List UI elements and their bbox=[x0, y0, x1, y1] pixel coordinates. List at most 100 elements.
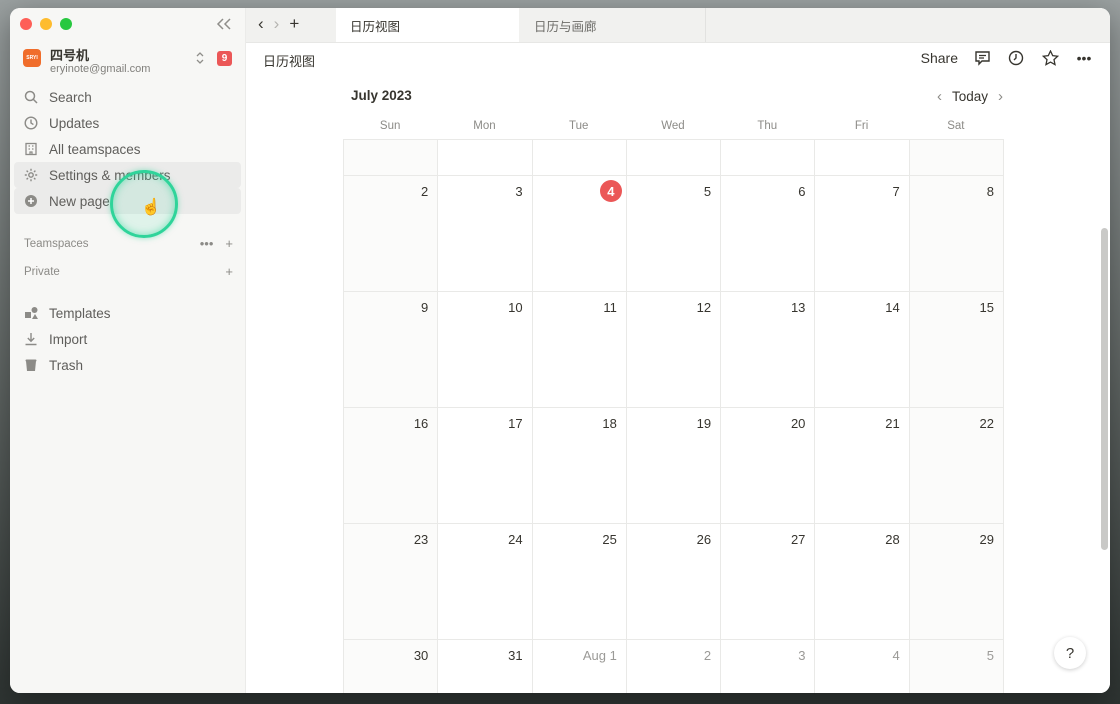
calendar-day-cell[interactable]: 22 bbox=[909, 408, 1004, 524]
sidebar-item-import[interactable]: Import bbox=[14, 326, 241, 352]
today-button[interactable]: Today bbox=[952, 89, 988, 104]
calendar-day-cell[interactable]: 24 bbox=[438, 524, 533, 640]
calendar-day-cell[interactable] bbox=[815, 140, 910, 176]
calendar-day-cell[interactable]: 3 bbox=[438, 176, 533, 292]
day-number: Aug 1 bbox=[582, 648, 617, 663]
tab-calendar-gallery[interactable]: 日历与画廊 bbox=[520, 8, 706, 42]
calendar-day-cell[interactable]: 19 bbox=[626, 408, 722, 524]
calendar-day-cell[interactable] bbox=[721, 140, 816, 176]
window-controls bbox=[20, 18, 72, 30]
calendar-day-cell[interactable]: 26 bbox=[626, 524, 722, 640]
day-number: 26 bbox=[696, 532, 712, 547]
calendar-day-cell[interactable] bbox=[532, 140, 627, 176]
calendar-day-cell[interactable]: 28 bbox=[815, 524, 910, 640]
day-number: 2 bbox=[703, 648, 712, 663]
sidebar-item-label: Trash bbox=[49, 357, 84, 373]
calendar-day-cell[interactable]: Aug 1 bbox=[533, 640, 627, 693]
sidebar-item-settings[interactable]: Settings & members bbox=[14, 162, 241, 188]
history-clock-icon[interactable] bbox=[1006, 48, 1026, 68]
workspace-email: eryinote@gmail.com bbox=[50, 63, 151, 75]
day-number: 22 bbox=[979, 416, 994, 431]
calendar-day-cell[interactable]: 5 bbox=[909, 640, 1004, 693]
sidebar-item-all-teamspaces[interactable]: All teamspaces bbox=[14, 136, 241, 162]
notification-badge[interactable]: 9 bbox=[217, 51, 232, 66]
calendar-day-cell[interactable]: 3 bbox=[721, 640, 816, 693]
collapse-sidebar-icon[interactable] bbox=[213, 14, 235, 34]
calendar-day-cell[interactable]: 20 bbox=[721, 408, 816, 524]
add-teamspace-icon[interactable]: + bbox=[225, 236, 233, 251]
add-private-page-icon[interactable]: + bbox=[225, 264, 233, 279]
weekday-label: Wed bbox=[661, 120, 685, 132]
scrollbar[interactable] bbox=[1101, 228, 1108, 550]
weekday-label: Thu bbox=[757, 120, 778, 132]
star-icon[interactable] bbox=[1040, 48, 1060, 68]
calendar-day-cell[interactable]: 11 bbox=[532, 292, 627, 408]
calendar-day-cell[interactable] bbox=[344, 140, 439, 176]
help-button[interactable]: ? bbox=[1054, 637, 1086, 669]
calendar-day-cell[interactable]: 14 bbox=[815, 292, 910, 408]
breadcrumb[interactable]: 日历视图 bbox=[263, 51, 315, 70]
calendar-day-cell[interactable]: 13 bbox=[721, 292, 816, 408]
sidebar-item-label: All teamspaces bbox=[49, 141, 141, 157]
calendar-day-cell[interactable]: 23 bbox=[344, 524, 439, 640]
gear-icon bbox=[22, 166, 40, 184]
calendar-day-cell[interactable]: 4 bbox=[532, 176, 627, 292]
minimize-window-button[interactable] bbox=[40, 18, 52, 30]
new-tab-icon[interactable]: + bbox=[289, 14, 299, 34]
calendar-day-cell[interactable]: 6 bbox=[721, 176, 816, 292]
sidebar-item-trash[interactable]: Trash bbox=[14, 352, 241, 378]
close-window-button[interactable] bbox=[20, 18, 32, 30]
day-number: 28 bbox=[885, 532, 900, 547]
next-month-icon[interactable]: › bbox=[998, 88, 1003, 105]
sidebar-item-label: New page bbox=[49, 193, 110, 209]
comment-icon[interactable] bbox=[972, 48, 992, 68]
sidebar-item-label: Search bbox=[49, 89, 92, 105]
private-section-label[interactable]: Private bbox=[24, 266, 60, 278]
calendar-day-cell[interactable]: 29 bbox=[909, 524, 1004, 640]
prev-month-icon[interactable]: ‹ bbox=[937, 88, 942, 105]
sidebar-item-search[interactable]: Search bbox=[14, 84, 241, 110]
sidebar-item-updates[interactable]: Updates bbox=[14, 110, 241, 136]
calendar-week-row bbox=[344, 140, 1004, 176]
calendar-day-cell[interactable]: 2 bbox=[627, 640, 722, 693]
calendar-week-row: 30 31 Aug 1 2 3 4 5 bbox=[344, 640, 1004, 693]
calendar-day-cell[interactable] bbox=[438, 140, 533, 176]
calendar-day-cell[interactable] bbox=[626, 140, 722, 176]
day-number: 25 bbox=[602, 532, 617, 547]
calendar-day-cell[interactable]: 7 bbox=[815, 176, 910, 292]
calendar-day-cell[interactable]: 4 bbox=[815, 640, 910, 693]
calendar-day-cell[interactable]: 15 bbox=[909, 292, 1004, 408]
calendar-day-cell[interactable]: 27 bbox=[721, 524, 816, 640]
calendar-day-cell[interactable]: 9 bbox=[344, 292, 439, 408]
calendar-day-cell[interactable]: 2 bbox=[344, 176, 439, 292]
app-window: SRYI 四号机 eryinote@gmail.com 9 Search Upd… bbox=[10, 8, 1110, 693]
sidebar-item-new-page[interactable]: New page bbox=[14, 188, 241, 214]
day-number: 7 bbox=[892, 184, 900, 199]
teamspaces-section-label[interactable]: Teamspaces bbox=[24, 238, 89, 250]
calendar-day-cell[interactable]: 17 bbox=[438, 408, 533, 524]
zoom-window-button[interactable] bbox=[60, 18, 72, 30]
calendar-day-cell[interactable]: 21 bbox=[815, 408, 910, 524]
more-options-icon[interactable]: ••• bbox=[1074, 48, 1094, 68]
chevron-updown-icon[interactable] bbox=[195, 50, 209, 68]
calendar-day-cell[interactable]: 5 bbox=[626, 176, 722, 292]
calendar-day-cell[interactable]: 25 bbox=[532, 524, 627, 640]
calendar-day-cell[interactable] bbox=[909, 140, 1004, 176]
forward-arrow-icon[interactable]: › bbox=[274, 14, 280, 34]
workspace-switcher[interactable]: SRYI 四号机 eryinote@gmail.com 9 bbox=[20, 42, 235, 78]
calendar-day-cell[interactable]: 16 bbox=[344, 408, 439, 524]
calendar-day-cell[interactable]: 8 bbox=[909, 176, 1004, 292]
back-arrow-icon[interactable]: ‹ bbox=[258, 14, 264, 34]
weekday-label: Tue bbox=[569, 120, 589, 132]
sidebar-item-templates[interactable]: Templates bbox=[14, 300, 241, 326]
more-icon[interactable]: ••• bbox=[200, 236, 214, 251]
tab-calendar-view[interactable]: 日历视图 bbox=[336, 8, 519, 42]
calendar-day-cell[interactable]: 10 bbox=[438, 292, 533, 408]
calendar-header: July 2023 ‹ Today › bbox=[351, 88, 1003, 112]
share-button[interactable]: Share bbox=[921, 50, 958, 66]
calendar-day-cell[interactable]: 12 bbox=[626, 292, 722, 408]
calendar-day-cell[interactable]: 30 bbox=[344, 640, 439, 693]
calendar-day-cell[interactable]: 31 bbox=[438, 640, 533, 693]
calendar-day-cell[interactable]: 18 bbox=[532, 408, 627, 524]
day-number: 14 bbox=[885, 300, 900, 315]
